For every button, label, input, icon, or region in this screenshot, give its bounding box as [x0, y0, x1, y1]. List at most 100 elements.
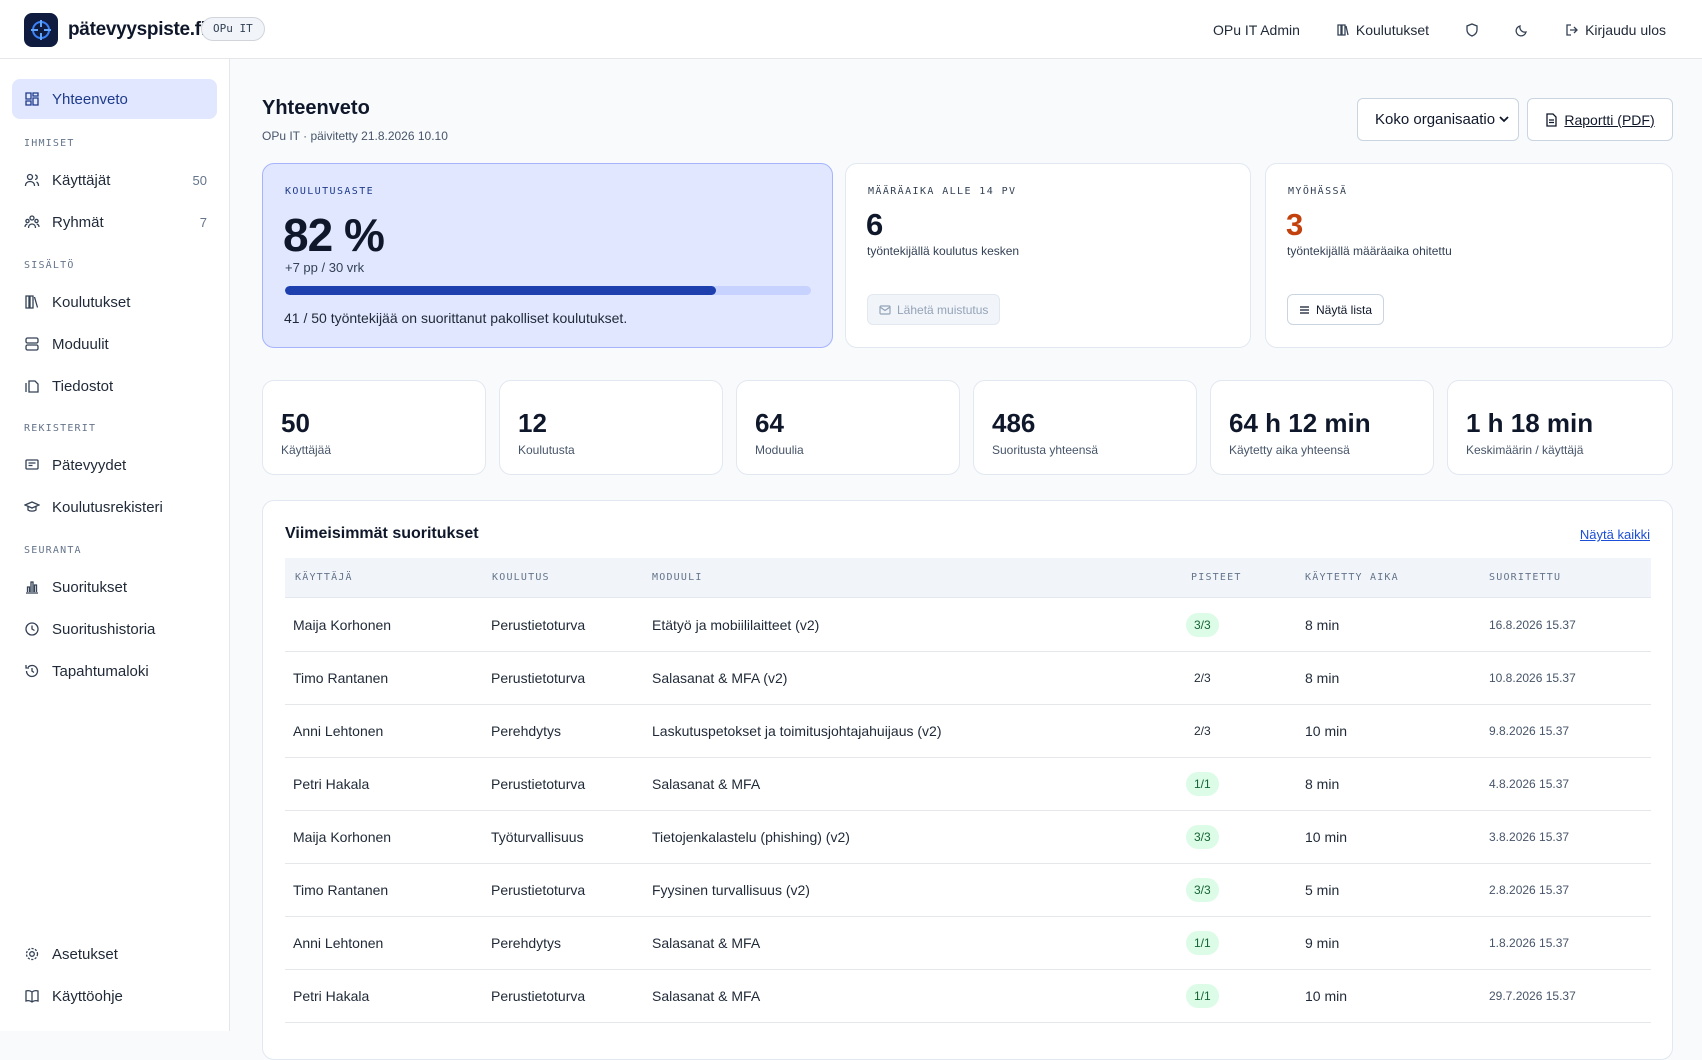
stat-label: Suoritusta yhteensä [992, 443, 1099, 457]
table-row[interactable]: Petri Hakala Perustietoturva Salasanat & M… [285, 970, 1651, 1023]
sidebar-item-modules[interactable]: Moduulit [12, 324, 217, 364]
show-all-link[interactable]: Näytä kaikki [1580, 527, 1650, 542]
books-icon [25, 295, 39, 309]
cell-module: Salasanat & MFA [652, 776, 761, 792]
column-header-time-spent[interactable]: KÄYTETTY AIKA [1305, 572, 1399, 583]
shield-icon [1466, 22, 1478, 37]
cell-score: 1/1 [1186, 984, 1219, 1008]
table-row[interactable]: Timo Rantanen Perustietoturva Salasanat & … [285, 652, 1651, 705]
cell-score: 2/3 [1194, 671, 1211, 685]
cell-score: 2/3 [1194, 724, 1211, 738]
sidebar-item-guide[interactable]: Käyttöohje [12, 976, 217, 1016]
table-row[interactable]: Anni Lehtonen Perehdytys Laskutuspetokset … [285, 705, 1651, 758]
logout-icon [1566, 23, 1578, 36]
stat-card-total-time: 64 h 12 min Käytetty aika yhteensä [1210, 380, 1434, 475]
books-icon [1337, 23, 1349, 36]
cell-user: Anni Lehtonen [293, 935, 384, 951]
app-logo[interactable] [24, 13, 58, 47]
sidebar-item-trainings[interactable]: Koulutukset [12, 282, 217, 322]
report-pdf-label: Raportti (PDF) [1564, 111, 1655, 128]
column-header-score[interactable]: PISTEET [1191, 572, 1242, 583]
cell-training: Perustietoturva [491, 617, 586, 633]
show-list-button[interactable]: Näytä lista [1287, 294, 1385, 325]
sidebar-item-label: Koulutusrekisteri [52, 498, 163, 516]
cell-score: 3/3 [1186, 613, 1219, 637]
cell-completed: 1.8.2026 15.37 [1489, 936, 1570, 950]
column-header-module[interactable]: MODUULI [652, 572, 703, 583]
table-row[interactable]: Timo Rantanen Perustietoturva Fyysinen tur… [285, 864, 1651, 917]
cell-time-spent: 10 min [1305, 988, 1348, 1004]
scope-select[interactable]: Koko organisaatio [1357, 98, 1519, 141]
stat-card-users: 50 Käyttäjää [262, 380, 486, 475]
table-row[interactable]: Maija Korhonen Työturvallisuus Tietojenkal… [285, 811, 1651, 864]
sidebar-item-label: Suoritushistoria [52, 620, 156, 638]
due-soon-description: työntekijällä koulutus kesken [867, 244, 1020, 258]
cell-time-spent: 5 min [1305, 882, 1340, 898]
column-header-completed[interactable]: SUORITETTU [1489, 572, 1561, 583]
stat-value: 1 h 18 min [1466, 408, 1594, 438]
table-header: KÄYTTÄJÄ KOULUTUS MODUULI PISTEET KÄYTET… [285, 558, 1651, 598]
cell-completed: 9.8.2026 15.37 [1489, 724, 1570, 738]
sidebar-item-groups[interactable]: Ryhmät 7 [12, 202, 217, 242]
cell-time-spent: 8 min [1305, 776, 1340, 792]
page-subtitle: OPu IT · päivitetty 21.8.2026 10.10 [262, 129, 448, 143]
sidebar-item-settings[interactable]: Asetukset [12, 934, 217, 974]
sidebar-item-completions[interactable]: Suoritukset [12, 567, 217, 607]
cell-module: Salasanat & MFA [652, 935, 761, 951]
security-button[interactable] [1447, 0, 1497, 59]
stat-card-completions: 486 Suoritusta yhteensä [973, 380, 1197, 475]
cell-user: Petri Hakala [293, 776, 370, 792]
cell-score: 1/1 [1186, 772, 1219, 796]
trainings-link-label: Koulutukset [1355, 21, 1430, 38]
sidebar-item-completion-history[interactable]: Suoritushistoria [12, 609, 217, 649]
send-reminder-button[interactable]: Lähetä muistutus [867, 294, 1001, 325]
logout-button[interactable]: Kirjaudu ulos [1547, 0, 1702, 59]
graduation-cap-icon [24, 501, 40, 512]
sidebar-item-overview[interactable]: Yhteenveto [12, 79, 217, 119]
stat-label: Käyttäjää [281, 443, 332, 457]
sidebar-item-competences[interactable]: Pätevyydet [12, 445, 217, 485]
stat-value: 64 [755, 408, 784, 438]
stat-card-average-time: 1 h 18 min Keskimäärin / käyttäjä [1447, 380, 1673, 475]
cell-module: Salasanat & MFA [652, 988, 761, 1004]
table-row[interactable]: Petri Hakala Perustietoturva Salasanat & M… [285, 758, 1651, 811]
groups-count: 7 [199, 214, 207, 230]
cell-user: Timo Rantanen [293, 882, 389, 898]
recent-completions-title: Viimeisimmät suoritukset [285, 525, 479, 542]
dark-mode-toggle[interactable] [1497, 0, 1547, 59]
current-user-link[interactable]: OPu IT Admin [1195, 0, 1318, 59]
card-eyebrow: MÄÄRÄAIKA ALLE 14 PV [868, 186, 1017, 197]
table-row[interactable]: Anni Lehtonen Perehdytys Salasanat & MFA 1/… [285, 917, 1651, 970]
gear-icon [25, 947, 39, 961]
sidebar-section-registers: REKISTERIT [24, 423, 97, 434]
table-row[interactable]: Maija Korhonen Perustietoturva Etätyö ja m… [285, 599, 1651, 652]
cell-completed: 16.8.2026 15.37 [1489, 618, 1576, 632]
due-soon-card: MÄÄRÄAIKA ALLE 14 PV 6 työntekijällä kou… [845, 163, 1251, 348]
overdue-value: 3 [1286, 207, 1304, 242]
cell-score: 1/1 [1186, 931, 1219, 955]
cell-training: Perehdytys [491, 723, 562, 739]
stat-label: Moduulia [755, 443, 804, 457]
report-pdf-button[interactable]: Raportti (PDF) [1527, 98, 1673, 141]
cell-module: Salasanat & MFA (v2) [652, 670, 788, 686]
trainings-link[interactable]: Koulutukset [1318, 0, 1447, 59]
top-nav: OPu IT Admin Koulutukset Kirjaudu ulos [1195, 0, 1702, 59]
sidebar-item-training-register[interactable]: Koulutusrekisteri [12, 487, 217, 527]
logout-label: Kirjaudu ulos [1585, 21, 1666, 38]
column-header-user[interactable]: KÄYTTÄJÄ [295, 572, 353, 583]
training-progress-bar [285, 286, 811, 295]
sidebar-item-event-log[interactable]: Tapahtumaloki [12, 651, 217, 691]
column-header-training[interactable]: KOULUTUS [492, 572, 550, 583]
sidebar-item-files[interactable]: Tiedostot [12, 366, 217, 406]
brand-name[interactable]: pätevyyspiste.fi [68, 19, 206, 41]
cell-user: Petri Hakala [293, 988, 370, 1004]
top-bar: pätevyyspiste.fi OPu IT OPu IT Admin Kou… [0, 0, 1702, 59]
layers-icon [25, 337, 39, 351]
stat-value: 12 [518, 408, 547, 438]
cell-completed: 3.8.2026 15.37 [1489, 830, 1570, 844]
cell-score: 3/3 [1186, 878, 1219, 902]
sidebar-item-users[interactable]: Käyttäjät 50 [12, 160, 217, 200]
cell-training: Työturvallisuus [491, 829, 584, 845]
cell-time-spent: 9 min [1305, 935, 1340, 951]
cell-score: 3/3 [1186, 825, 1219, 849]
